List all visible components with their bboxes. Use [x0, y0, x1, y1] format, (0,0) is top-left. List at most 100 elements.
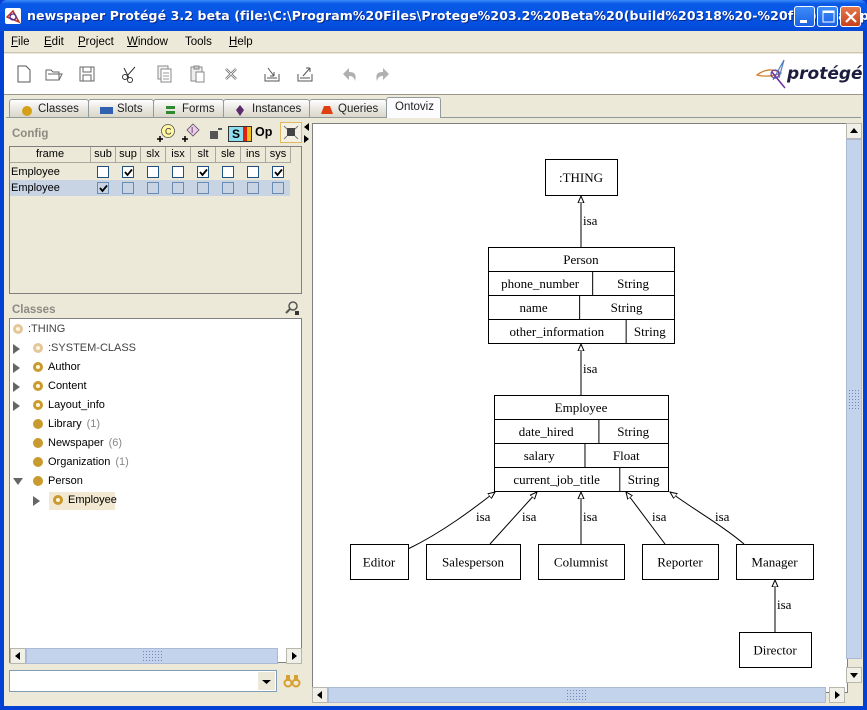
column-header-frame[interactable]: frame	[10, 147, 91, 163]
checkbox-sle[interactable]	[222, 166, 234, 178]
column-header-slx[interactable]: slx	[141, 147, 166, 163]
menu-help[interactable]: Help	[229, 36, 253, 48]
checkbox-sub[interactable]	[97, 182, 109, 194]
tab-ontoviz[interactable]: Ontoviz	[386, 97, 441, 118]
checkbox-slx[interactable]	[147, 166, 159, 178]
minimize-button[interactable]	[794, 6, 815, 27]
checkbox-sup[interactable]	[122, 182, 134, 194]
column-header-isx[interactable]: isx	[166, 147, 191, 163]
class-tree-item[interactable]: Library (1)	[10, 416, 300, 434]
graph-scroll-right[interactable]	[829, 687, 845, 703]
graph-node-reporter[interactable]: Reporter	[642, 544, 719, 580]
class-tree-item[interactable]: :SYSTEM-CLASS	[10, 340, 300, 358]
collapsed-triangle-icon[interactable]	[13, 344, 20, 354]
copy-button[interactable]	[154, 64, 174, 84]
column-header-ins[interactable]: ins	[241, 147, 266, 163]
save-project-button[interactable]	[77, 64, 97, 84]
class-tree-item[interactable]: Content	[10, 378, 300, 396]
splitter-arrows[interactable]	[303, 122, 311, 144]
close-button[interactable]	[840, 6, 861, 27]
class-tree-item[interactable]: Author	[10, 359, 300, 377]
open-project-button[interactable]	[44, 64, 64, 84]
expanded-triangle-icon[interactable]	[13, 478, 23, 485]
add-class-button[interactable]: C	[156, 123, 176, 143]
column-header-sup[interactable]: sup	[116, 147, 141, 163]
checkbox-sys[interactable]	[272, 166, 284, 178]
find-binoculars-button[interactable]	[282, 671, 302, 691]
graph-hscroll-thumb[interactable]	[328, 687, 826, 703]
menu-project[interactable]: Project	[78, 36, 114, 48]
tab-queries[interactable]: Queries	[309, 99, 387, 118]
class-tree-item[interactable]: Organization (1)	[10, 454, 300, 472]
tab-classes[interactable]: Classes	[9, 99, 89, 118]
column-header-sys[interactable]: sys	[266, 147, 291, 163]
redo-button[interactable]	[372, 64, 392, 84]
checkbox-slt[interactable]	[197, 166, 209, 178]
config-row[interactable]: Employee	[10, 180, 290, 196]
graph-node-director[interactable]: Director	[739, 632, 812, 668]
graph-node-columnist[interactable]: Columnist	[538, 544, 625, 580]
configure-all-button[interactable]	[280, 122, 302, 143]
collapsed-triangle-icon[interactable]	[33, 496, 40, 506]
class-tree-item[interactable]: Person	[10, 473, 300, 491]
collapsed-triangle-icon[interactable]	[13, 363, 20, 373]
remove-button[interactable]	[206, 123, 224, 143]
class-tree-hscroll-thumb[interactable]	[26, 648, 278, 664]
tab-instances[interactable]: Instances	[223, 99, 310, 118]
class-search-combo[interactable]	[9, 670, 277, 692]
config-row[interactable]: Employee	[10, 164, 290, 180]
cut-button[interactable]	[119, 64, 139, 84]
checkbox-isx[interactable]	[172, 182, 184, 194]
class-tree-scroll-left[interactable]	[10, 648, 26, 664]
checkbox-isx[interactable]	[172, 166, 184, 178]
graph-scroll-up[interactable]	[846, 123, 862, 139]
column-header-slt[interactable]: slt	[191, 147, 216, 163]
new-project-button[interactable]	[14, 64, 34, 84]
class-tree-item[interactable]: :THING	[10, 321, 300, 339]
checkbox-sys[interactable]	[272, 182, 284, 194]
import-button[interactable]	[262, 64, 282, 84]
checkbox-sub[interactable]	[97, 166, 109, 178]
undo-button[interactable]	[340, 64, 360, 84]
menu-window[interactable]: Window	[127, 36, 168, 48]
menu-file[interactable]: File	[11, 36, 30, 48]
export-button[interactable]	[295, 64, 315, 84]
graph-node-thing[interactable]: :THING	[545, 159, 618, 196]
find-class-button[interactable]	[284, 300, 300, 316]
class-tree-item[interactable]: Newspaper (6)	[10, 435, 300, 453]
maximize-button[interactable]	[817, 6, 838, 27]
column-header-sle[interactable]: sle	[216, 147, 241, 163]
graph-node-salesperson[interactable]: Salesperson	[426, 544, 521, 580]
graph-node-person[interactable]: Person phone_number String name String other_…	[488, 247, 675, 344]
title-bar[interactable]: newspaper Protégé 3.2 beta (file:\C:\Pro…	[0, 0, 867, 31]
collapsed-triangle-icon[interactable]	[13, 382, 20, 392]
graph-vscroll-thumb[interactable]	[846, 139, 862, 659]
checkbox-sle[interactable]	[222, 182, 234, 194]
delete-button[interactable]	[221, 64, 241, 84]
graph-node-employee[interactable]: Employee date_hired String salary Float curre…	[494, 395, 669, 492]
menu-edit[interactable]: Edit	[44, 36, 64, 48]
slot-edges-toggle[interactable]: S	[228, 126, 252, 142]
checkbox-ins[interactable]	[247, 166, 259, 178]
checkbox-sup[interactable]	[122, 166, 134, 178]
class-tree-scroll-right[interactable]	[286, 648, 302, 664]
checkbox-ins[interactable]	[247, 182, 259, 194]
graph-node-editor[interactable]: Editor	[350, 544, 409, 580]
add-instance-button[interactable]: I	[181, 123, 201, 143]
graph-scroll-down[interactable]	[846, 667, 862, 683]
class-tree-item[interactable]: Layout_info	[10, 397, 300, 415]
paste-button[interactable]	[187, 64, 207, 84]
class-search-dropdown-button[interactable]	[258, 672, 275, 690]
tab-forms[interactable]: Forms	[153, 99, 224, 118]
class-tree-item[interactable]: Employee	[10, 492, 300, 510]
column-header-sub[interactable]: sub	[91, 147, 116, 163]
tab-slots[interactable]: Slots	[88, 99, 154, 118]
menu-tools[interactable]: Tools	[185, 36, 212, 48]
checkbox-slt[interactable]	[197, 182, 209, 194]
graph-node-manager[interactable]: Manager	[736, 544, 814, 580]
collapsed-triangle-icon[interactable]	[13, 401, 20, 411]
ontoviz-graph-canvas[interactable]: isa isa isa isa isa isa isa isa :THING Person pho…	[312, 123, 848, 693]
graph-scroll-left[interactable]	[312, 687, 328, 703]
checkbox-slx[interactable]	[147, 182, 159, 194]
options-button[interactable]: Op	[255, 125, 272, 139]
